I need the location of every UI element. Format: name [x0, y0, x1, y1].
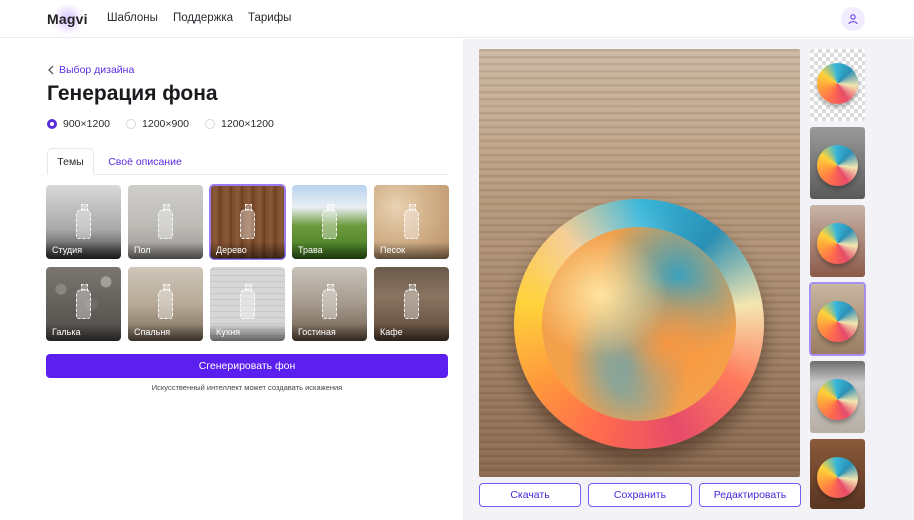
download-button[interactable]: Скачать [479, 483, 581, 507]
thumbnail-plate [817, 145, 858, 186]
product-placeholder [322, 204, 337, 239]
product-placeholder [158, 204, 173, 239]
theme-tile-kitchen[interactable]: Кухня [210, 267, 285, 341]
nav-support[interactable]: Поддержка [173, 12, 233, 24]
back-link-label: Выбор дизайна [59, 64, 135, 76]
theme-tile-studio[interactable]: Студия [46, 185, 121, 259]
product-placeholder [240, 204, 255, 239]
theme-label: Кухня [210, 324, 285, 341]
radio-icon [205, 119, 216, 129]
theme-label: Пол [128, 242, 203, 259]
theme-tile-sand[interactable]: Песок [374, 185, 449, 259]
edit-button[interactable]: Редактировать [699, 483, 801, 507]
size-label: 1200×900 [142, 118, 190, 130]
theme-label: Гостиная [292, 324, 367, 341]
profile-button[interactable] [841, 7, 865, 31]
thumbnail-plate [817, 63, 858, 104]
size-label: 900×1200 [63, 118, 111, 130]
theme-tile-wood[interactable]: Дерево [209, 184, 286, 260]
product-placeholder [322, 284, 337, 319]
size-options: 900×1200 1200×900 1200×1200 [47, 118, 290, 130]
size-option-1200x1200[interactable]: 1200×1200 [205, 118, 274, 130]
product-placeholder [404, 204, 419, 239]
size-label: 1200×1200 [221, 118, 274, 130]
product-placeholder [76, 204, 91, 239]
thumbnail-plate [817, 223, 858, 264]
user-icon [848, 14, 858, 25]
settings-panel: Выбор дизайна Генерация фона 900×1200 12… [0, 39, 463, 520]
theme-label: Песок [374, 242, 449, 259]
thumbnail-wood[interactable] [809, 282, 866, 356]
theme-label: Студия [46, 242, 121, 259]
plate-product [514, 199, 764, 449]
thumbnail-plate [817, 457, 858, 498]
size-option-900x1200[interactable]: 900×1200 [47, 118, 110, 130]
tab-custom-description[interactable]: Своё описание [105, 148, 185, 175]
thumbnail-dark-wood[interactable] [810, 439, 865, 509]
theme-label: Дерево [210, 242, 285, 259]
theme-tile-living-room[interactable]: Гостиная [292, 267, 367, 341]
generate-background-button[interactable]: Сгенерировать фон [46, 354, 448, 378]
back-link[interactable]: Выбор дизайна [47, 64, 134, 76]
tab-themes[interactable]: Темы [47, 148, 94, 175]
thumbnail-transparent[interactable] [810, 49, 865, 121]
thumbnail-wall[interactable] [810, 205, 865, 277]
theme-tile-bedroom[interactable]: Спальня [128, 267, 203, 341]
radio-icon [126, 119, 137, 129]
tab-bar: Темы Своё описание [47, 148, 448, 175]
product-placeholder [404, 284, 419, 319]
product-placeholder [158, 284, 173, 319]
radio-icon-checked [47, 119, 57, 129]
size-option-1200x900[interactable]: 1200×900 [126, 118, 189, 130]
preview-panel: Скачать Сохранить Редактировать [463, 39, 914, 520]
plate-center [542, 227, 736, 421]
thumbnail-studio[interactable] [810, 127, 865, 199]
page-title: Генерация фона [47, 82, 218, 105]
chevron-left-icon [48, 65, 54, 75]
thumbnail-interior[interactable] [810, 361, 865, 433]
save-button[interactable]: Сохранить [588, 483, 692, 507]
top-header: Magvi Шаблоны Поддержка Тарифы [0, 0, 914, 38]
nav-templates[interactable]: Шаблоны [107, 12, 158, 24]
product-placeholder [76, 284, 91, 319]
thumbnail-plate [817, 379, 858, 420]
theme-tile-floor[interactable]: Пол [128, 185, 203, 259]
theme-label: Галька [46, 324, 121, 341]
theme-tile-pebbles[interactable]: Галька [46, 267, 121, 341]
theme-tile-cafe[interactable]: Кафе [374, 267, 449, 341]
product-placeholder [240, 284, 255, 319]
preview-image [479, 49, 800, 477]
ai-disclaimer: Искусственный интеллект может создавать … [151, 383, 343, 392]
theme-tile-grass[interactable]: Трава [292, 185, 367, 259]
nav-pricing[interactable]: Тарифы [248, 12, 291, 24]
page: Magvi Шаблоны Поддержка Тарифы Выбор диз… [0, 0, 914, 520]
theme-label: Трава [292, 242, 367, 259]
theme-label: Кафе [374, 324, 449, 341]
thumbnail-plate [817, 301, 858, 342]
logo[interactable]: Magvi [47, 11, 88, 27]
theme-label: Спальня [128, 324, 203, 341]
